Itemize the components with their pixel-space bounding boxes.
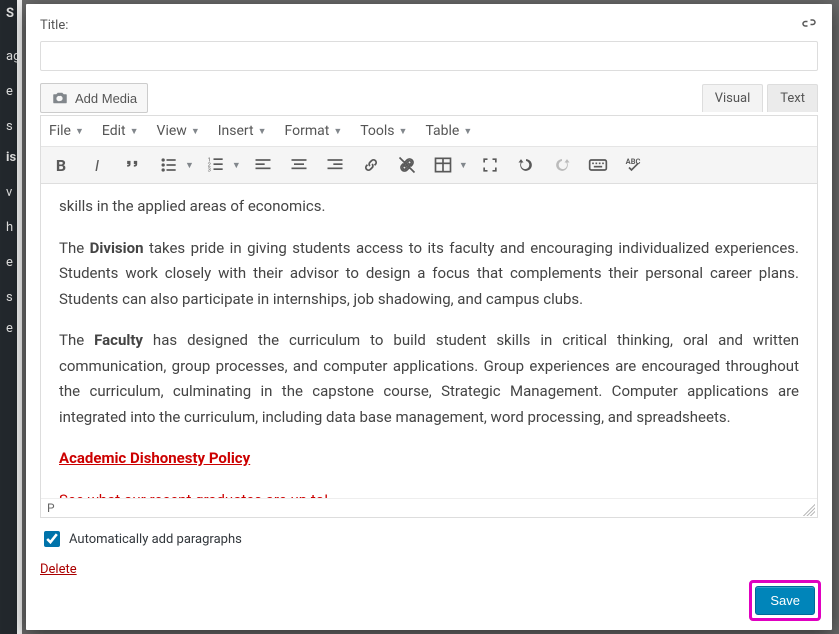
menu-format[interactable]: Format▼	[283, 120, 345, 142]
tab-text[interactable]: Text	[767, 84, 818, 112]
bullet-list-button[interactable]	[155, 151, 183, 179]
link-button[interactable]	[357, 151, 385, 179]
resize-handle[interactable]	[803, 504, 815, 516]
fullscreen-button[interactable]	[476, 151, 504, 179]
blockquote-button[interactable]	[119, 151, 147, 179]
menu-file[interactable]: File▼	[47, 120, 86, 142]
menu-tools[interactable]: Tools▼	[358, 120, 409, 142]
save-highlight: Save	[752, 583, 818, 618]
add-media-label: Add Media	[75, 91, 137, 106]
editor-box: File▼ Edit▼ View▼ Insert▼ Format▼ Tools▼…	[40, 115, 818, 518]
svg-text:3: 3	[208, 168, 211, 174]
unlink-button[interactable]	[393, 151, 421, 179]
numbered-list-button[interactable]: 123	[202, 151, 230, 179]
editor-content[interactable]: skills in the applied areas of economics…	[41, 184, 817, 498]
title-input[interactable]	[40, 41, 818, 71]
svg-text:ABC: ABC	[625, 157, 640, 166]
chevron-down-icon[interactable]: ▼	[185, 160, 194, 171]
link-recent-graduates[interactable]: See what our recent graduates are up to!	[59, 491, 328, 499]
menu-edit[interactable]: Edit▼	[100, 120, 141, 142]
align-right-button[interactable]	[321, 151, 349, 179]
paragraph: skills in the applied areas of economics…	[59, 194, 799, 220]
tab-visual[interactable]: Visual	[702, 84, 764, 112]
redo-button[interactable]	[548, 151, 576, 179]
title-label: Title:	[40, 18, 68, 33]
save-button[interactable]: Save	[755, 586, 815, 615]
table-button[interactable]	[429, 151, 457, 179]
italic-button[interactable]: I	[83, 151, 111, 179]
chevron-down-icon[interactable]: ▼	[459, 160, 468, 171]
auto-paragraphs-checkbox[interactable]	[44, 531, 60, 547]
paragraph: The Division takes pride in giving stude…	[59, 236, 799, 313]
add-media-button[interactable]: Add Media	[40, 83, 148, 113]
admin-sidebar: S ag e s is v h e s e	[0, 0, 17, 634]
align-left-button[interactable]	[249, 151, 277, 179]
camera-icon	[51, 89, 69, 107]
menu-table[interactable]: Table▼	[423, 120, 474, 142]
bold-button[interactable]: B	[47, 151, 75, 179]
chevron-down-icon: ▼	[75, 126, 84, 137]
paragraph: The Faculty has designed the curriculum …	[59, 328, 799, 430]
menu-insert[interactable]: Insert▼	[216, 120, 269, 142]
keyboard-button[interactable]	[584, 151, 612, 179]
element-path[interactable]: P	[47, 501, 55, 515]
spellcheck-button[interactable]: ABC	[620, 151, 648, 179]
undo-button[interactable]	[512, 151, 540, 179]
editor-menubar: File▼ Edit▼ View▼ Insert▼ Format▼ Tools▼…	[41, 116, 817, 147]
editor-statusbar: P	[41, 498, 817, 517]
chevron-down-icon: ▼	[191, 126, 200, 137]
auto-paragraphs-label: Automatically add paragraphs	[69, 532, 242, 547]
chevron-down-icon: ▼	[130, 126, 139, 137]
align-center-button[interactable]	[285, 151, 313, 179]
chevron-down-icon: ▼	[399, 126, 408, 137]
chevron-down-icon[interactable]: ▼	[232, 160, 241, 171]
disconnect-icon[interactable]	[800, 14, 818, 37]
menu-view[interactable]: View▼	[155, 120, 202, 142]
editor-modal: Title: Add Media Visual Text	[26, 4, 832, 630]
editor-toolbar: B I ▼ 123 ▼	[41, 147, 817, 184]
chevron-down-icon: ▼	[258, 126, 267, 137]
chevron-down-icon: ▼	[463, 126, 472, 137]
link-academic-dishonesty[interactable]: Academic Dishonesty Policy	[59, 449, 250, 467]
delete-link[interactable]: Delete	[40, 562, 818, 577]
chevron-down-icon: ▼	[333, 126, 342, 137]
